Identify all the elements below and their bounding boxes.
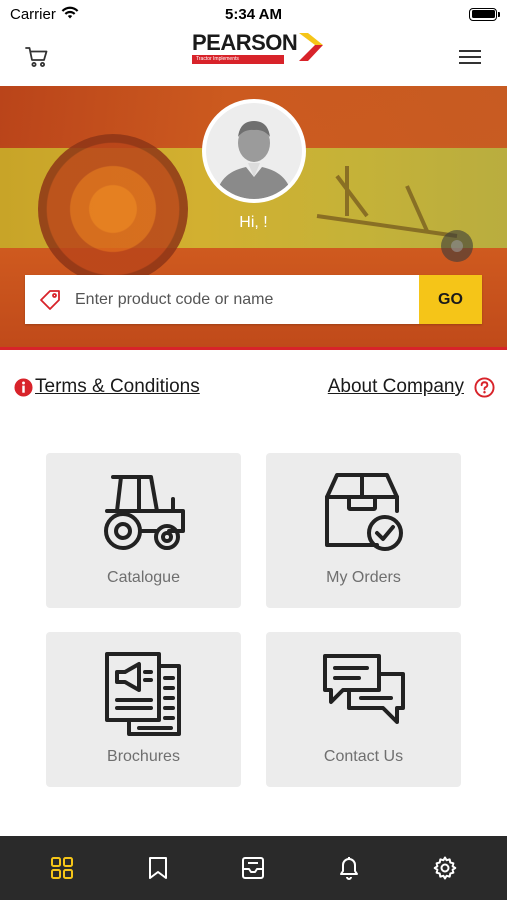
settings-gear-icon [433, 856, 457, 880]
my-orders-label: My Orders [326, 569, 401, 586]
status-bar: Carrier 5:34 AM [0, 0, 507, 28]
terms-link-label[interactable]: Terms & Conditions [35, 376, 200, 398]
logo-chevron-icon [299, 33, 324, 61]
tab-bookmarks[interactable] [138, 848, 178, 888]
help-icon [474, 376, 495, 398]
brochures-label: Brochures [107, 748, 180, 765]
brochure-megaphone-icon [104, 652, 181, 736]
tab-inbox[interactable] [233, 848, 273, 888]
user-avatar-icon [206, 103, 302, 199]
my-orders-tile[interactable]: My Orders [266, 453, 461, 608]
links-row: Terms & Conditions About Company [0, 376, 507, 404]
user-avatar[interactable] [202, 99, 306, 203]
menu-button[interactable] [455, 42, 485, 72]
tab-settings[interactable] [425, 848, 465, 888]
battery-level-fill [471, 10, 495, 18]
info-icon [14, 377, 33, 397]
implement-image [316, 166, 473, 262]
grid-icon [50, 857, 73, 879]
cart-icon [25, 47, 48, 67]
pearson-logo: PEARSON Tractor Implements [192, 32, 327, 64]
search-bar: GO [25, 275, 482, 324]
search-input[interactable] [75, 275, 419, 324]
tractor-wheel-image [38, 134, 188, 284]
wifi-icon [61, 6, 79, 23]
app-header: PEARSON Tractor Implements [0, 28, 507, 86]
brochures-tile[interactable]: Brochures [46, 632, 241, 787]
catalogue-tile[interactable]: Catalogue [46, 453, 241, 608]
tractor-icon [103, 475, 185, 550]
price-tag-icon [40, 289, 60, 310]
battery-icon [469, 7, 500, 21]
catalogue-label: Catalogue [107, 569, 180, 586]
cart-button[interactable] [22, 42, 52, 72]
search-tag [25, 275, 75, 324]
inbox-icon [242, 857, 265, 879]
carrier-label: Carrier [10, 5, 56, 23]
status-left: Carrier [10, 6, 79, 23]
hamburger-menu-icon [459, 50, 481, 64]
tab-home[interactable] [42, 848, 82, 888]
go-button[interactable]: GO [419, 275, 482, 324]
bottom-tab-bar [0, 836, 507, 900]
hero-banner: Hi, ! GO [0, 86, 507, 350]
contact-us-tile[interactable]: Contact Us [266, 632, 461, 787]
terms-link[interactable]: Terms & Conditions [14, 376, 200, 398]
about-link-label[interactable]: About Company [328, 376, 464, 398]
bookmark-icon [148, 857, 167, 879]
greeting-text: Hi, ! [239, 214, 268, 231]
chat-bubbles-icon [322, 654, 405, 724]
logo-subtext: Tractor Implements [192, 55, 284, 64]
about-link[interactable]: About Company [328, 376, 495, 398]
logo-text: PEARSON [192, 30, 298, 55]
bell-icon [340, 857, 359, 880]
order-box-check-icon [324, 473, 403, 551]
tab-notifications[interactable] [329, 848, 369, 888]
contact-us-label: Contact Us [323, 748, 404, 765]
